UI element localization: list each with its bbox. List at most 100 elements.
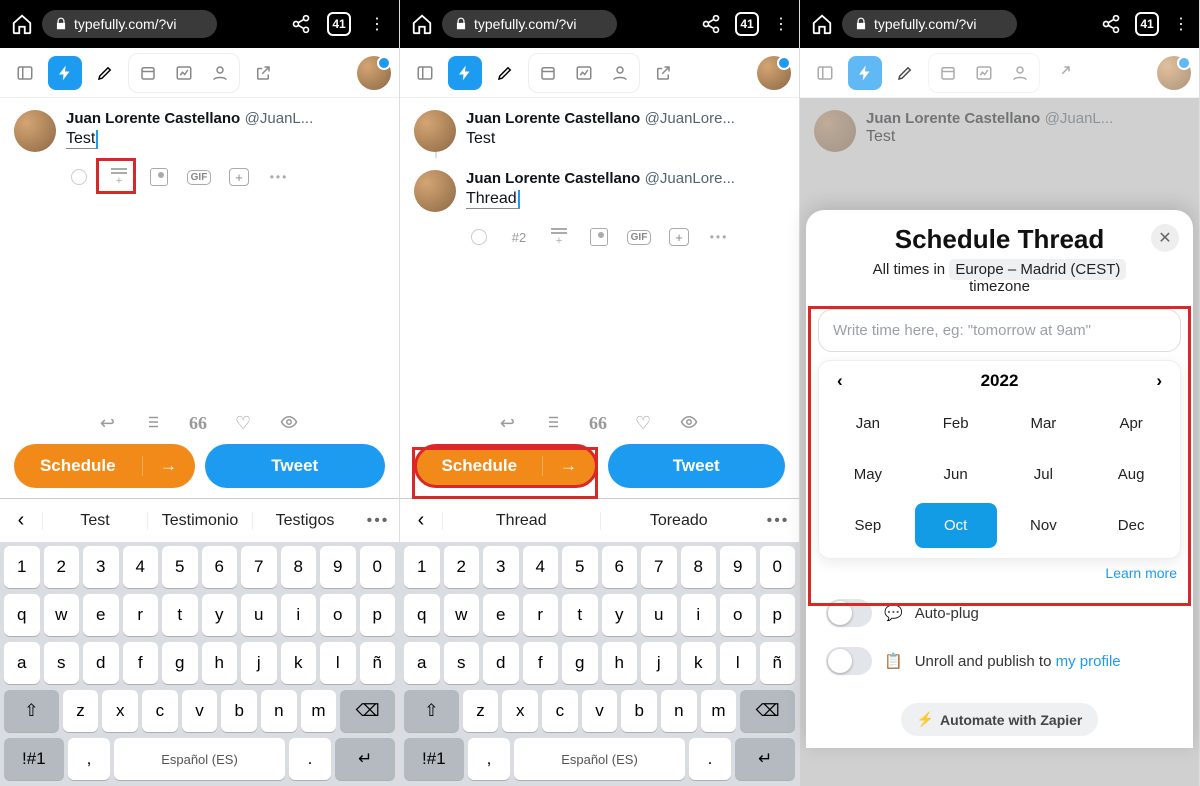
more-icon[interactable]: ••• [706,226,732,248]
key-k[interactable]: k [281,642,317,684]
key-5[interactable]: 5 [562,546,598,588]
user-avatar[interactable] [1157,56,1191,90]
key-x[interactable]: x [102,690,138,732]
key-d[interactable]: d [83,642,119,684]
key-u[interactable]: u [241,594,277,636]
share-icon[interactable] [701,14,721,34]
key-o[interactable]: o [320,594,356,636]
pencil-icon[interactable] [88,56,122,90]
dot-key[interactable]: . [289,738,332,780]
month-nov[interactable]: Nov [1003,503,1085,548]
tab-count[interactable]: 41 [1135,12,1159,36]
key-9[interactable]: 9 [320,546,356,588]
key-t[interactable]: t [562,594,598,636]
key-2[interactable]: 2 [44,546,80,588]
kb-back-icon[interactable]: ‹ [400,509,442,532]
shift-key[interactable]: ⇧ [404,690,459,732]
time-input[interactable]: Write time here, eg: "tomorrow at 9am" [818,309,1181,352]
add-icon[interactable]: + [226,166,252,188]
key-y[interactable]: y [602,594,638,636]
list-icon[interactable] [143,413,161,434]
key-s[interactable]: s [444,642,480,684]
external-link-icon[interactable] [646,56,680,90]
key-3[interactable]: 3 [483,546,519,588]
key-4[interactable]: 4 [523,546,559,588]
key-8[interactable]: 8 [281,546,317,588]
bolt-icon[interactable] [448,56,482,90]
next-year-icon[interactable]: › [1156,371,1162,391]
key-j[interactable]: j [241,642,277,684]
unroll-toggle[interactable] [826,647,872,675]
key-h[interactable]: h [602,642,638,684]
profile-icon[interactable] [1003,56,1037,90]
month-mar[interactable]: Mar [1003,401,1085,446]
key-c[interactable]: c [142,690,178,732]
key-r[interactable]: r [523,594,559,636]
month-jan[interactable]: Jan [827,401,909,446]
key-i[interactable]: i [281,594,317,636]
key-l[interactable]: l [720,642,756,684]
sidebar-toggle-icon[interactable] [8,56,42,90]
list-icon[interactable] [543,413,561,434]
key-g[interactable]: g [162,642,198,684]
eye-icon[interactable] [679,413,699,434]
quote-icon[interactable]: 66 [589,413,607,434]
key-b[interactable]: b [621,690,657,732]
key-r[interactable]: r [123,594,159,636]
analytics-icon[interactable] [967,56,1001,90]
learn-more-link[interactable]: Learn more [818,565,1181,581]
kb-suggestion[interactable]: Toreado [600,512,758,530]
month-aug[interactable]: Aug [1090,452,1172,497]
post-text[interactable]: Thread [466,190,520,209]
image-icon[interactable] [586,226,612,248]
kb-suggestion[interactable]: Testimonio [147,512,252,530]
key-u[interactable]: u [641,594,677,636]
dot-key[interactable]: . [689,738,732,780]
image-icon[interactable] [146,166,172,188]
url-bar[interactable]: typefully.com/?vi [842,10,1017,38]
key-c[interactable]: c [542,690,578,732]
share-icon[interactable] [1101,14,1121,34]
home-icon[interactable] [10,12,34,36]
key-ñ[interactable]: ñ [360,642,396,684]
kb-more-icon[interactable]: ••• [757,512,799,530]
timezone-chip[interactable]: Europe – Madrid (CEST) [949,259,1126,280]
key-z[interactable]: z [463,690,499,732]
month-sep[interactable]: Sep [827,503,909,548]
kebab-menu-icon[interactable]: ⋮ [1173,14,1189,34]
key-1[interactable]: 1 [404,546,440,588]
key-o[interactable]: o [720,594,756,636]
backspace-key[interactable]: ⌫ [740,690,795,732]
kebab-menu-icon[interactable]: ⋮ [773,14,789,34]
key-n[interactable]: n [261,690,297,732]
heart-icon[interactable]: ♡ [635,413,651,434]
key-v[interactable]: v [582,690,618,732]
key-v[interactable]: v [182,690,218,732]
month-jun[interactable]: Jun [915,452,997,497]
key-k[interactable]: k [681,642,717,684]
profile-icon[interactable] [603,56,637,90]
external-link-icon[interactable] [246,56,280,90]
key-m[interactable]: m [701,690,737,732]
key-1[interactable]: 1 [4,546,40,588]
profile-icon[interactable] [203,56,237,90]
external-link-icon[interactable] [1046,56,1080,90]
month-feb[interactable]: Feb [915,401,997,446]
key-e[interactable]: e [483,594,519,636]
key-4[interactable]: 4 [123,546,159,588]
shift-key[interactable]: ⇧ [4,690,59,732]
comma-key[interactable]: , [68,738,111,780]
prev-year-icon[interactable]: ‹ [837,371,843,391]
tab-count[interactable]: 41 [327,12,351,36]
tweet-button[interactable]: Tweet [205,444,386,488]
key-q[interactable]: q [404,594,440,636]
key-7[interactable]: 7 [241,546,277,588]
backspace-key[interactable]: ⌫ [340,690,395,732]
kb-suggestion[interactable]: Testigos [252,512,357,530]
key-w[interactable]: w [44,594,80,636]
enter-key[interactable]: ↵ [735,738,795,780]
undo-icon[interactable]: ↩ [100,413,115,434]
pencil-icon[interactable] [488,56,522,90]
key-j[interactable]: j [641,642,677,684]
key-5[interactable]: 5 [162,546,198,588]
